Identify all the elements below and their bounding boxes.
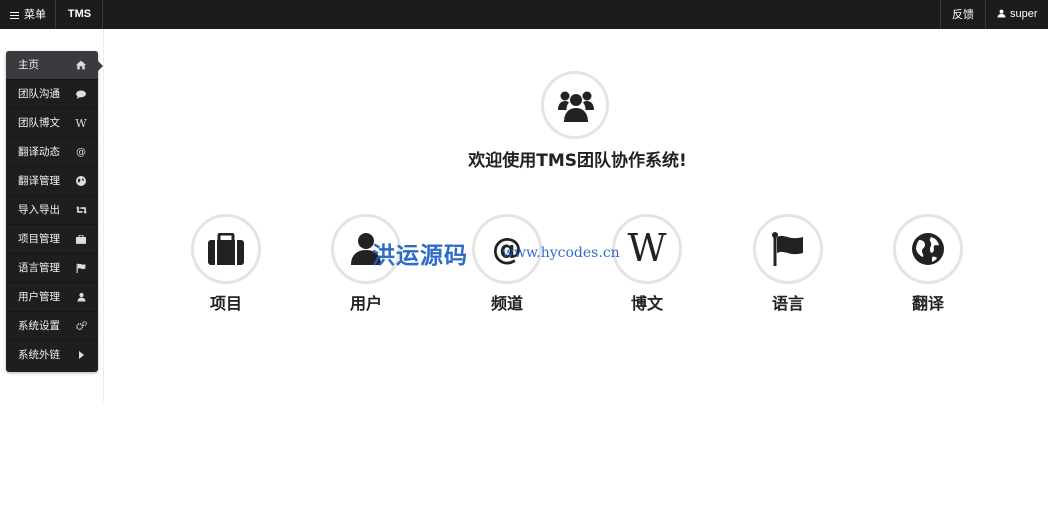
sidebar-item-label: 系统设置 xyxy=(18,320,60,332)
username: super xyxy=(1010,8,1038,20)
feedback-link[interactable]: 反馈 xyxy=(940,0,986,29)
sidebar-item-label: 主页 xyxy=(18,59,39,71)
tile-icon-circle xyxy=(753,214,823,284)
sidebar-item-label: 翻译动态 xyxy=(18,146,60,158)
sidebar-item-import-export[interactable]: 导入导出 xyxy=(6,196,98,225)
wikipedia-icon: W xyxy=(627,232,666,266)
sidebar-item-external-links[interactable]: 系统外链 xyxy=(6,341,98,370)
top-navbar: 菜单 TMS 反馈 super xyxy=(0,0,1048,29)
retweet-icon xyxy=(75,196,87,225)
sidebar-item-user-manage[interactable]: 用户管理 xyxy=(6,283,98,312)
sidebar-item-home[interactable]: 主页 xyxy=(6,51,103,80)
sidebar-item-label: 用户管理 xyxy=(18,291,60,303)
globe-icon xyxy=(912,233,944,265)
watermark-text: 洪运源码 xyxy=(372,242,468,269)
sidebar-menu: 主页 团队沟通 团队博文 W 翻译动态 @ 翻译管理 导入导出 项目管理 语言管… xyxy=(6,51,103,372)
sidebar-item-team-blog[interactable]: 团队博文 W xyxy=(6,109,98,138)
group-icon xyxy=(558,91,594,122)
watermark: 洪运源码 www.hycodes.cn xyxy=(372,236,620,270)
tile-icon-circle xyxy=(191,214,261,284)
sidebar-item-label: 语言管理 xyxy=(18,262,60,274)
comment-icon xyxy=(75,80,87,109)
tile-label: 项目 xyxy=(209,294,242,313)
sidebar-item-label: 团队博文 xyxy=(18,117,60,129)
briefcase-icon xyxy=(208,233,244,265)
sidebar-item-label: 翻译管理 xyxy=(18,175,60,187)
user-icon xyxy=(75,283,87,312)
cogs-icon xyxy=(75,312,87,341)
sidebar-item-label: 团队沟通 xyxy=(18,88,60,100)
home-icon xyxy=(75,51,87,80)
wikipedia-icon: W xyxy=(75,117,87,130)
globe-icon xyxy=(75,167,87,196)
sidebar-item-translation-manage[interactable]: 翻译管理 xyxy=(6,167,98,196)
sidebar-item-language-manage[interactable]: 语言管理 xyxy=(6,254,98,283)
sidebar-item-project-manage[interactable]: 项目管理 xyxy=(6,225,98,254)
tile-translation[interactable]: 翻译 xyxy=(893,214,963,314)
watermark-url: www.hycodes.cn xyxy=(502,245,620,261)
team-logo xyxy=(541,71,609,139)
tile-label: 频道 xyxy=(490,294,523,313)
sidebar-item-label: 导入导出 xyxy=(18,204,60,216)
menu-label: 菜单 xyxy=(24,8,46,21)
tile-blog[interactable]: W 博文 xyxy=(612,214,682,314)
user-icon xyxy=(997,9,1006,18)
sidebar-item-label: 系统外链 xyxy=(18,349,60,361)
tile-projects[interactable]: 项目 xyxy=(191,214,261,314)
tile-label: 博文 xyxy=(630,294,663,313)
caret-right-icon xyxy=(75,341,87,370)
briefcase-icon xyxy=(75,225,87,254)
tile-label: 翻译 xyxy=(911,294,944,313)
tile-label: 用户 xyxy=(349,294,382,313)
svg-text:W: W xyxy=(627,232,666,266)
sidebar-item-system-settings[interactable]: 系统设置 xyxy=(6,312,98,341)
sidebar-divider xyxy=(103,29,104,402)
flag-icon xyxy=(772,232,803,266)
bars-icon xyxy=(10,12,19,19)
user-menu[interactable]: super xyxy=(985,0,1048,29)
tile-icon-circle: W xyxy=(612,214,682,284)
at-icon: @ xyxy=(76,147,86,158)
menu-toggle-button[interactable]: 菜单 xyxy=(0,0,56,29)
brand-link[interactable]: TMS xyxy=(57,0,103,29)
flag-icon xyxy=(75,254,87,283)
sidebar-item-team-chat[interactable]: 团队沟通 xyxy=(6,80,98,109)
tile-icon-circle xyxy=(893,214,963,284)
sidebar-item-translation-feed[interactable]: 翻译动态 @ xyxy=(6,138,98,167)
tile-label: 语言 xyxy=(771,294,804,313)
welcome-heading: 欢迎使用TMS团队协作系统! xyxy=(468,151,687,171)
tile-languages[interactable]: 语言 xyxy=(753,214,823,314)
sidebar-item-label: 项目管理 xyxy=(18,233,60,245)
